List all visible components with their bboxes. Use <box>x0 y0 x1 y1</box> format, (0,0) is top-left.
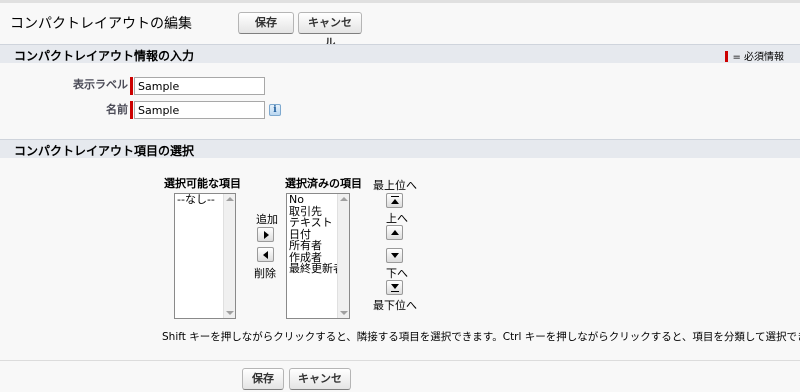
remove-label: 削除 <box>254 267 276 280</box>
arrow-left-icon <box>263 251 268 259</box>
move-bottom-label: 最下位へ <box>373 299 417 312</box>
required-indicator <box>130 77 133 95</box>
move-top-button[interactable] <box>386 193 403 208</box>
add-label: 追加 <box>256 213 278 226</box>
move-bottom-icon <box>391 291 399 292</box>
save-button-top[interactable]: 保存 <box>238 12 294 34</box>
move-bottom-icon <box>391 284 399 289</box>
required-marker-icon <box>725 51 729 62</box>
api-name-label: 名前 <box>106 103 128 116</box>
move-top-label: 最上位へ <box>373 179 417 192</box>
cancel-button-top[interactable]: キャンセル <box>298 12 362 49</box>
cancel-button-bottom[interactable]: キャンセル <box>289 368 351 390</box>
move-top-icon <box>391 199 399 204</box>
required-indicator <box>130 101 133 119</box>
info-section-title: コンパクトレイアウト情報の入力 <box>14 49 195 63</box>
help-text: Shift キーを押しながらクリックすると、隣接する項目を選択できます。Ctrl… <box>162 331 800 343</box>
available-fields-heading: 選択可能な項目 <box>164 177 241 190</box>
add-button[interactable] <box>257 227 274 242</box>
arrow-down-icon <box>391 253 399 258</box>
api-name-input[interactable] <box>134 101 265 119</box>
page-header: コンパクトレイアウトの編集 保存 キャンセル <box>0 3 800 49</box>
display-label-input[interactable] <box>134 77 265 95</box>
scroll-up-icon[interactable] <box>340 197 348 201</box>
divider <box>0 360 800 361</box>
move-top-icon <box>391 196 399 197</box>
required-legend: = 必須情報 <box>725 48 784 63</box>
arrow-right-icon <box>264 231 269 239</box>
scroll-down-icon[interactable] <box>340 311 348 315</box>
scrollbar[interactable] <box>337 194 349 318</box>
display-label-label: 表示ラベル <box>73 78 128 91</box>
selected-fields-heading: 選択済みの項目 <box>285 177 362 190</box>
move-up-label: 上へ <box>386 212 408 225</box>
selected-fields-list[interactable]: No 取引先 テキスト 日付 所有者 作成者 最終更新者 <box>286 193 350 319</box>
arrow-up-icon <box>391 230 399 235</box>
move-down-label: 下へ <box>386 267 408 280</box>
move-down-button[interactable] <box>386 248 403 263</box>
available-fields-list[interactable]: --なし-- <box>174 193 236 319</box>
scrollbar[interactable] <box>223 194 235 318</box>
fields-section-header: コンパクトレイアウト項目の選択 <box>0 139 800 158</box>
remove-button[interactable] <box>257 247 274 262</box>
page-title: コンパクトレイアウトの編集 <box>10 16 192 32</box>
fields-section-title: コンパクトレイアウト項目の選択 <box>14 144 195 158</box>
info-icon[interactable]: i <box>269 104 281 116</box>
move-bottom-button[interactable] <box>386 280 403 295</box>
move-up-button[interactable] <box>386 225 403 240</box>
edit-compact-layout-page: コンパクトレイアウトの編集 保存 キャンセル コンパクトレイアウト情報の入力 =… <box>0 0 800 392</box>
scroll-down-icon[interactable] <box>226 311 234 315</box>
scroll-up-icon[interactable] <box>226 197 234 201</box>
required-legend-text: = 必須情報 <box>732 52 784 63</box>
info-section-header: コンパクトレイアウト情報の入力 = 必須情報 <box>0 44 800 63</box>
save-button-bottom[interactable]: 保存 <box>242 368 284 390</box>
